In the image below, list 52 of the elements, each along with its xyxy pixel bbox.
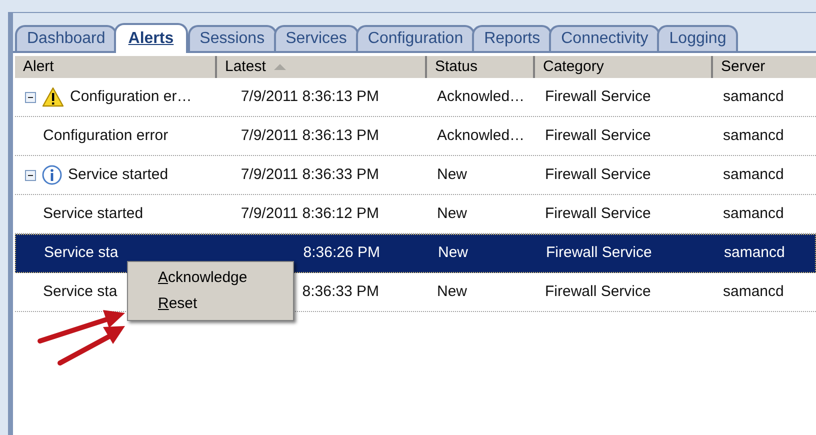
info-icon bbox=[42, 165, 62, 185]
tab[interactable]: Sessions bbox=[188, 25, 277, 51]
table-cell-text: 7/9/2011 8:36:13 PM bbox=[240, 126, 379, 146]
table-cell-text: New bbox=[437, 282, 468, 302]
table-cell-text: Configuration error bbox=[43, 126, 168, 146]
table-cell-text: 7/9/2011 8:36:13 PM bbox=[240, 86, 379, 107]
table-cell-text: New bbox=[438, 243, 468, 264]
tab[interactable]: Logging bbox=[657, 25, 738, 51]
table-row[interactable]: Service started 7/9/2011 8:36:33 PM New Firewall Service samancd bbox=[15, 156, 816, 195]
column-header[interactable]: Alert bbox=[15, 56, 217, 78]
table-cell-text: 8:36:33 PM bbox=[302, 282, 379, 302]
column-header[interactable]: Latest bbox=[217, 56, 427, 78]
table-cell-text: Acknowled… bbox=[437, 86, 525, 107]
tab[interactable]: Connectivity bbox=[549, 25, 660, 51]
tab[interactable]: Services bbox=[274, 25, 359, 51]
table-cell-text: Service sta bbox=[43, 282, 118, 302]
tab[interactable]: Reports bbox=[472, 25, 552, 51]
table-cell-text: Firewall Service bbox=[545, 282, 651, 302]
collapse-icon[interactable] bbox=[25, 170, 36, 180]
table-row[interactable]: Configuration error 7/9/2011 8:36:13 PM Acknowled… Firewall Service samancd bbox=[15, 117, 816, 156]
table-cell-text: Acknowled… bbox=[437, 126, 525, 146]
table-cell-text: Firewall Service bbox=[545, 86, 651, 107]
table-cell-text: Configuration er… bbox=[70, 86, 192, 107]
collapse-icon[interactable] bbox=[25, 92, 36, 102]
table-row[interactable]: Configuration er… 7/9/2011 8:36:13 PM Acknowled… Firewall Service samancd bbox=[15, 78, 816, 117]
table-cell-text: samancd bbox=[723, 282, 784, 302]
table-cell-text: Service started bbox=[43, 204, 144, 224]
table-cell-text: samancd bbox=[723, 204, 784, 224]
table-cell-text: samancd bbox=[723, 164, 784, 185]
table-cell-text: 7/9/2011 8:36:33 PM bbox=[240, 164, 379, 185]
table-cell-text: 7/9/2011 8:36:12 PM bbox=[240, 204, 379, 224]
annotation-arrow bbox=[56, 324, 126, 368]
table-cell-text: Firewall Service bbox=[545, 126, 651, 146]
column-header[interactable]: Category bbox=[535, 56, 713, 78]
table-cell-text: Service started bbox=[68, 164, 168, 185]
tab[interactable]: Configuration bbox=[356, 25, 476, 51]
tab[interactable]: Alerts bbox=[114, 23, 188, 53]
column-header[interactable]: Status bbox=[427, 56, 535, 78]
table-cell-text: samancd bbox=[723, 126, 784, 146]
table-cell-text: New bbox=[437, 204, 468, 224]
table-cell-text: samancd bbox=[724, 243, 785, 264]
column-header[interactable]: Server bbox=[713, 56, 816, 78]
sort-ascending-icon bbox=[274, 64, 286, 70]
table-cell-text: Firewall Service bbox=[545, 164, 651, 185]
table-cell-text: Firewall Service bbox=[546, 243, 652, 264]
warning-icon bbox=[42, 87, 64, 107]
table-cell-text: samancd bbox=[723, 86, 784, 107]
tab[interactable]: Dashboard bbox=[15, 25, 118, 51]
table-cell-text: 8:36:26 PM bbox=[303, 243, 380, 264]
table-cell-text: New bbox=[437, 164, 468, 185]
table-cell-text: Service sta bbox=[44, 243, 118, 264]
table-cell-text: Firewall Service bbox=[545, 204, 651, 224]
